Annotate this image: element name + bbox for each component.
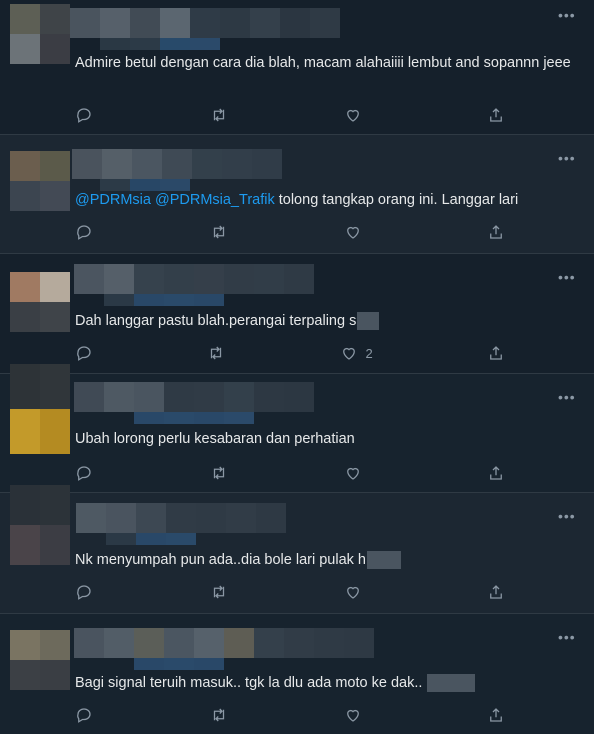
retweet-icon (213, 466, 224, 480)
blurred-username (74, 382, 314, 412)
reply-icon (77, 108, 91, 123)
blurred-handle (100, 38, 220, 50)
tweet-actions (75, 221, 505, 243)
blurred-username (74, 264, 314, 294)
share-button[interactable] (487, 221, 505, 243)
reply-icon (77, 708, 91, 723)
blurred-username (76, 503, 286, 533)
tweet-actions (75, 704, 505, 726)
retweet-icon (213, 708, 224, 722)
tweet-4[interactable]: ••• Ubah lorong perlu kesabaran dan perh… (0, 364, 594, 492)
blurred-text (357, 312, 380, 331)
like-button[interactable] (344, 581, 370, 603)
more-icon[interactable]: ••• (558, 270, 578, 284)
reply-button[interactable] (75, 581, 93, 603)
share-icon (490, 708, 502, 722)
like-count: 2 (365, 345, 373, 361)
share-button[interactable] (487, 104, 505, 126)
like-button[interactable] (344, 221, 370, 243)
reply-icon (77, 346, 91, 361)
like-icon (347, 586, 360, 599)
tweet-3[interactable]: ••• Dah langgar pastu blah.perangai terp… (0, 254, 594, 372)
tweet-text: Nk menyumpah pun ada..dia bole lari pula… (75, 549, 575, 571)
like-button[interactable] (344, 462, 370, 484)
retweet-icon (213, 108, 224, 122)
like-icon (347, 226, 360, 239)
retweet-icon (213, 585, 224, 599)
blurred-username (72, 149, 282, 179)
more-icon[interactable]: ••• (558, 151, 578, 165)
tweet-text: Admire betul dengan cara dia blah, macam… (75, 55, 571, 71)
like-icon (347, 109, 360, 122)
avatar[interactable] (10, 272, 70, 332)
retweet-button[interactable] (210, 704, 228, 726)
like-button[interactable] (344, 704, 370, 726)
tweet-actions (75, 462, 505, 484)
retweet-icon (211, 346, 222, 360)
like-icon (347, 467, 360, 480)
avatar[interactable] (10, 4, 70, 64)
reply-button[interactable] (75, 104, 93, 126)
more-icon[interactable]: ••• (558, 630, 578, 644)
share-button[interactable] (487, 462, 505, 484)
like-button[interactable]: 2 (340, 342, 373, 364)
retweet-icon (213, 225, 224, 239)
retweet-button[interactable] (210, 104, 228, 126)
tweet-2[interactable]: ••• @PDRMsia @PDRMsia_Trafik tolong tang… (0, 135, 594, 253)
share-button[interactable] (487, 342, 505, 364)
reply-icon (77, 585, 91, 600)
more-icon[interactable]: ••• (558, 390, 578, 404)
tweet-text: Dah langgar pastu blah.perangai terpalin… (75, 310, 575, 332)
blurred-handle (134, 412, 254, 424)
reply-button[interactable] (75, 342, 93, 364)
tweet-text: Ubah lorong perlu kesabaran dan perhatia… (75, 431, 355, 447)
tweet-5[interactable]: ••• Nk menyumpah pun ada..dia bole lari … (0, 485, 594, 613)
reply-button[interactable] (75, 221, 93, 243)
share-button[interactable] (487, 581, 505, 603)
avatar[interactable] (10, 364, 70, 454)
share-icon (490, 585, 502, 599)
share-button[interactable] (487, 704, 505, 726)
share-icon (490, 225, 502, 239)
more-icon[interactable]: ••• (558, 8, 578, 22)
blurred-text (366, 551, 401, 570)
share-icon (490, 466, 502, 480)
tweet-actions (75, 581, 505, 603)
share-icon (490, 108, 502, 122)
tweet-text: Bagi signal teruih masuk.. tgk la dlu ad… (75, 672, 575, 694)
tweet-actions: 2 (75, 342, 505, 364)
retweet-button[interactable] (210, 221, 228, 243)
mention-pdrmsia-trafik[interactable]: @PDRMsia_Trafik (155, 192, 275, 208)
reply-icon (77, 225, 91, 240)
like-button[interactable] (344, 104, 370, 126)
avatar[interactable] (10, 630, 70, 690)
blurred-handle (134, 658, 224, 670)
tweet-text: @PDRMsia @PDRMsia_Trafik tolong tangkap … (75, 192, 519, 208)
reply-button[interactable] (75, 704, 93, 726)
retweet-button[interactable] (207, 342, 225, 364)
blurred-text (427, 674, 476, 693)
mention-pdrmsia[interactable]: @PDRMsia (75, 192, 151, 208)
share-icon (490, 346, 502, 360)
blurred-handle (106, 533, 196, 545)
reply-button[interactable] (75, 462, 93, 484)
more-icon[interactable]: ••• (558, 509, 578, 523)
like-icon (347, 709, 360, 722)
like-icon (342, 347, 355, 360)
tweet-actions (75, 104, 505, 126)
avatar[interactable] (10, 485, 70, 565)
retweet-button[interactable] (210, 462, 228, 484)
tweet-1[interactable]: ••• Admire betul dengan cara dia blah, m… (0, 0, 594, 132)
tweet-6[interactable]: ••• Bagi signal teruih masuk.. tgk la dl… (0, 614, 594, 734)
blurred-username (74, 628, 374, 658)
retweet-button[interactable] (210, 581, 228, 603)
blurred-username (70, 8, 340, 38)
avatar[interactable] (10, 151, 70, 211)
reply-icon (77, 466, 91, 481)
blurred-handle (104, 294, 224, 306)
